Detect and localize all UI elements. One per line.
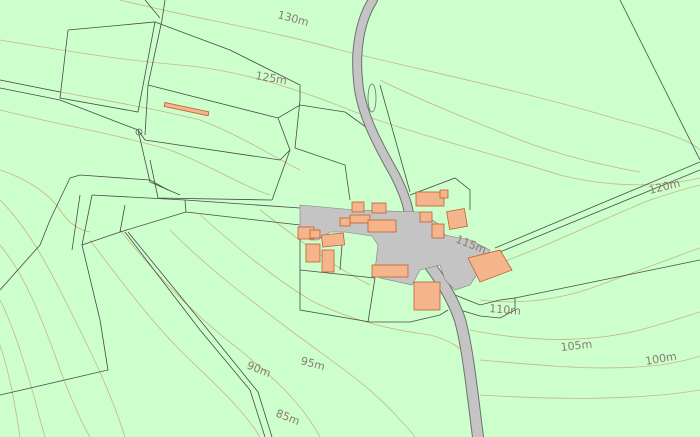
- map-view[interactable]: 130m 125m 120m 115m 110m 105m 100m 95m 9…: [0, 0, 700, 437]
- building: [320, 232, 346, 248]
- building: [305, 243, 321, 263]
- building: [371, 264, 409, 278]
- building: [351, 201, 365, 213]
- building: [367, 219, 397, 233]
- building: [371, 202, 387, 214]
- building: [413, 281, 441, 311]
- building: [321, 249, 335, 273]
- map-canvas: 130m 125m 120m 115m 110m 105m 100m 95m 9…: [0, 0, 700, 437]
- contour-label-110: 110m: [489, 302, 522, 318]
- building: [419, 211, 433, 223]
- building: [439, 189, 449, 199]
- building: [349, 214, 371, 224]
- building: [339, 217, 351, 227]
- building: [446, 208, 468, 230]
- building: [431, 223, 445, 239]
- building: [309, 229, 321, 239]
